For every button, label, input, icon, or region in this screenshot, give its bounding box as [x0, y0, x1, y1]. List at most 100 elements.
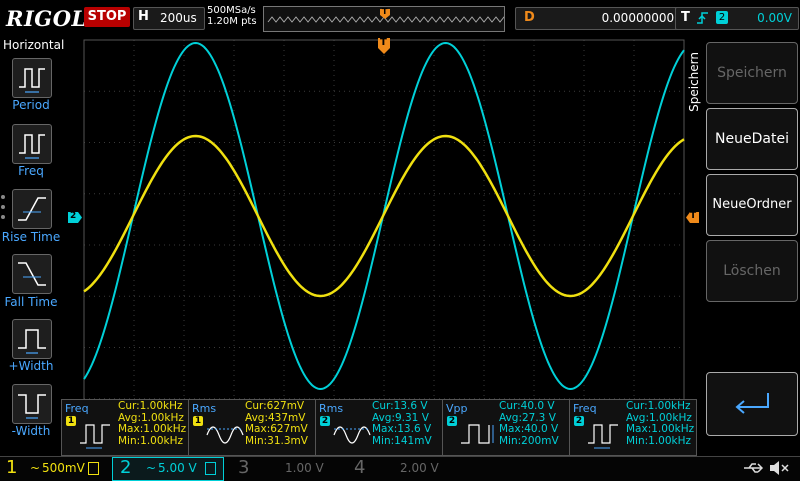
- memory-depth: 1.20M pts: [207, 16, 257, 27]
- measure-cur: Cur:1.00kHz: [626, 400, 691, 412]
- measurement-rms-ch1[interactable]: Rms 1 Cur:627mV Avg:437mV Max:627mV Min:…: [188, 399, 316, 456]
- rise-time-button[interactable]: [12, 189, 52, 229]
- channel-3-scale[interactable]: 1.00 V: [285, 461, 324, 475]
- channel-3-number[interactable]: 3: [238, 458, 249, 478]
- measure-max: Max:627mV: [245, 423, 308, 435]
- measure-cur: Cur:1.00kHz: [118, 400, 183, 412]
- timebase-value: 200us: [160, 11, 197, 25]
- measurement-values: Cur:40.0 V Avg:27.3 V Max:40.0 V Min:200…: [499, 400, 559, 447]
- measurement-name: Vpp: [446, 402, 468, 415]
- channel-badge: 1: [193, 416, 203, 426]
- speichern-button[interactable]: Speichern: [706, 42, 798, 104]
- channel-badge: 2: [320, 416, 330, 426]
- loeschen-button[interactable]: Löschen: [706, 240, 798, 302]
- neue-ordner-button[interactable]: NeueOrdner: [706, 174, 798, 236]
- freq-measure-icon: [80, 424, 110, 449]
- trigger-level: 0.00V: [757, 11, 792, 25]
- rise-time-icon: [18, 197, 46, 221]
- measurement-vpp-ch2[interactable]: Vpp 2 Cur:40.0 V Avg:27.3 V Max:40.0 V M…: [442, 399, 570, 456]
- horizontal-delay-box[interactable]: D 0.00000000ps: [515, 7, 697, 30]
- channel-1-coupling-icon: ~: [30, 461, 41, 475]
- measurement-name: Freq: [65, 402, 89, 415]
- measure-cur: Cur:40.0 V: [499, 400, 555, 412]
- rising-edge-icon: [697, 12, 708, 24]
- freq-icon: [19, 134, 45, 159]
- speaker-muted-icon: [770, 461, 789, 475]
- positive-width-button[interactable]: [12, 319, 52, 359]
- rise-time-label: Rise Time: [1, 230, 61, 244]
- measurement-values: Cur:1.00kHz Avg:1.00kHz Max:1.00kHz Min:…: [118, 400, 187, 447]
- freq-label: Freq: [18, 164, 44, 178]
- neue-datei-button[interactable]: NeueDatei: [706, 108, 798, 170]
- sampling-info: 500MSa/s 1.20M pts: [207, 5, 257, 27]
- freq-button[interactable]: [12, 124, 52, 164]
- measure-cur: Cur:13.6 V: [372, 400, 428, 412]
- neue-datei-label: NeueDatei: [715, 131, 789, 147]
- rms-measure-icon: [333, 426, 371, 444]
- measurement-name: Rms: [192, 402, 217, 415]
- measure-max: Max:1.00kHz: [118, 423, 187, 435]
- measure-min: Min:1.00kHz: [118, 434, 184, 447]
- measure-min: Min:200mV: [499, 434, 559, 447]
- period-label: Period: [12, 98, 50, 112]
- fall-time-label: Fall Time: [4, 295, 58, 309]
- vpp-measure-icon: [461, 424, 494, 444]
- channel-2-scale[interactable]: 5.00 V: [158, 461, 197, 475]
- trigger-position-label: T: [380, 37, 387, 48]
- measurement-values: Cur:1.00kHz Avg:1.00kHz Max:1.00kHz Min:…: [626, 400, 695, 447]
- speichern-label: Speichern: [717, 65, 787, 81]
- neue-ordner-label: NeueOrdner: [712, 197, 792, 212]
- measurement-values: Cur:627mV Avg:437mV Max:627mV Min:31.3mV: [245, 400, 308, 447]
- return-button[interactable]: [706, 372, 798, 436]
- trigger-level-label: T: [690, 211, 697, 221]
- channel-2-bw-icon: [205, 462, 216, 475]
- channel-2-number[interactable]: 2: [120, 458, 131, 478]
- right-menu-title: Speichern: [687, 52, 701, 112]
- channel-badge: 2: [574, 416, 584, 426]
- channel-badge: 2: [447, 416, 457, 426]
- fall-time-icon: [18, 262, 46, 286]
- channel-4-number[interactable]: 4: [354, 458, 365, 478]
- measure-max: Max:13.6 V: [372, 423, 432, 435]
- loeschen-label: Löschen: [723, 263, 781, 279]
- measurement-rms-ch2[interactable]: Rms 2 Cur:13.6 V Avg:9.31 V Max:13.6 V M…: [315, 399, 443, 456]
- measure-min: Min:141mV: [372, 434, 432, 447]
- channel-4-scale[interactable]: 2.00 V: [400, 461, 439, 475]
- trigger-source-badge: 2: [716, 11, 728, 24]
- period-icon: [19, 68, 45, 93]
- return-arrow-icon: [735, 393, 769, 414]
- timebase-key: H: [138, 9, 149, 24]
- negative-width-icon: [18, 394, 46, 419]
- timebase-box[interactable]: H 200us: [133, 7, 205, 30]
- positive-width-icon: [18, 329, 46, 354]
- trigger-box[interactable]: T 2 0.00V: [675, 7, 799, 30]
- menu-page-dots: [1, 195, 5, 219]
- memory-overview[interactable]: T: [263, 6, 521, 32]
- channel-1-number[interactable]: 1: [6, 458, 17, 478]
- measure-min: Min:31.3mV: [245, 434, 308, 447]
- measurement-values: Cur:13.6 V Avg:9.31 V Max:13.6 V Min:141…: [372, 400, 432, 447]
- trigger-key: T: [681, 10, 690, 25]
- run-stop-status[interactable]: STOP: [84, 7, 130, 27]
- measurement-name: Rms: [319, 402, 344, 415]
- measurement-freq-ch1[interactable]: Freq 1 Cur:1.00kHz Avg:1.00kHz Max:1.00k…: [61, 399, 189, 456]
- channel-1-scale[interactable]: 500mV: [42, 461, 85, 475]
- measure-max: Max:1.00kHz: [626, 423, 695, 435]
- rigol-logo: RIGOL: [6, 6, 87, 31]
- measurement-name: Freq: [573, 402, 597, 415]
- negative-width-label: -Width: [11, 424, 51, 438]
- period-button[interactable]: [12, 58, 52, 98]
- negative-width-button[interactable]: [12, 384, 52, 424]
- channel-1-bw-icon: [88, 462, 99, 475]
- channel-2-coupling-icon: ~: [146, 461, 157, 475]
- fall-time-button[interactable]: [12, 254, 52, 294]
- left-menu-title: Horizontal: [3, 38, 65, 52]
- graticule: [84, 40, 684, 450]
- usb-icon: [744, 463, 764, 473]
- measurement-freq-ch2[interactable]: Freq 2 Cur:1.00kHz Avg:1.00kHz Max:1.00k…: [569, 399, 697, 456]
- positive-width-label: +Width: [8, 359, 54, 373]
- measure-cur: Cur:627mV: [245, 400, 305, 412]
- sample-rate: 500MSa/s: [207, 5, 256, 16]
- waveform-display[interactable]: [62, 36, 700, 456]
- channel-2-offset-label: 2: [70, 211, 77, 221]
